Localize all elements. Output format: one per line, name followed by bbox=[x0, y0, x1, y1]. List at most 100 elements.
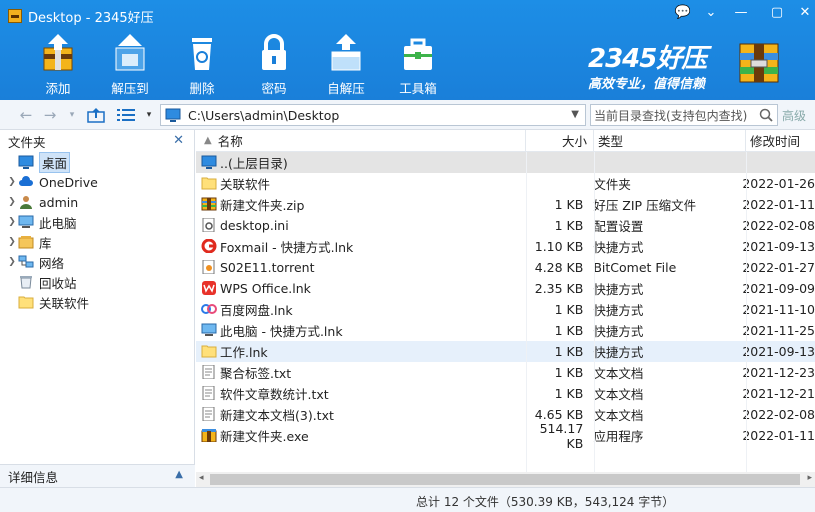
column-header-date[interactable]: 修改时间 bbox=[746, 130, 815, 151]
horizontal-scrollbar[interactable]: ◂ ▸ bbox=[196, 472, 815, 487]
file-name-cell: 聚合标签.txt bbox=[196, 363, 524, 382]
expand-arrow-icon[interactable]: ❯ bbox=[6, 257, 18, 267]
tree-item-0[interactable]: 桌面 bbox=[0, 151, 194, 173]
expand-arrow-icon[interactable]: ❯ bbox=[6, 237, 18, 247]
file-name: 新建文件夹.exe bbox=[220, 429, 309, 444]
file-name-cell: 新建文件夹.exe bbox=[196, 426, 524, 445]
expand-arrow-icon[interactable]: ❯ bbox=[6, 217, 18, 227]
view-dropdown-icon[interactable]: ▾ bbox=[139, 105, 159, 125]
tree-item-3[interactable]: ❯ 此电脑 bbox=[0, 212, 194, 232]
brand: 2345好压 高效专业，值得信赖 bbox=[588, 38, 707, 92]
file-type: 配置设置 bbox=[593, 219, 644, 234]
cloud-icon bbox=[18, 175, 34, 189]
file-size: 1 KB bbox=[554, 218, 584, 233]
file-size: 1 KB bbox=[554, 386, 584, 401]
tree-item-4[interactable]: ❯ 库 bbox=[0, 232, 194, 252]
column-header-type[interactable]: 类型 bbox=[594, 130, 746, 151]
column-header-name[interactable]: ▲ 名称 bbox=[196, 130, 526, 151]
file-date: 2021-11-25 bbox=[742, 323, 815, 338]
tree-item-label: 桌面 bbox=[39, 151, 71, 173]
expand-arrow-icon[interactable]: ❯ bbox=[6, 177, 18, 187]
file-row[interactable]: ..(上层目录) bbox=[196, 152, 815, 173]
file-name-cell: 此电脑 - 快捷方式.lnk bbox=[196, 321, 524, 340]
file-row[interactable]: 工作.lnk 1 KB 快捷方式 2021-09-13 bbox=[196, 341, 815, 362]
file-row[interactable]: S02E11.torrent 4.28 KB BitComet File 2022-0… bbox=[196, 257, 815, 278]
file-type: 文本文档 bbox=[593, 366, 644, 381]
tree-item-label: OneDrive bbox=[39, 174, 98, 190]
password-label: 密码 bbox=[261, 81, 287, 96]
computer-icon bbox=[201, 323, 217, 338]
self-extract-button[interactable]: 自解压 bbox=[310, 30, 382, 96]
address-bar: ← → ▾ ▾ C:\Users\admin\Desktop ▼ 当前目录查找(… bbox=[0, 100, 815, 130]
file-name: Foxmail - 快捷方式.lnk bbox=[220, 240, 354, 255]
details-panel-toggle[interactable]: 详细信息 ▲ bbox=[0, 464, 195, 487]
file-size: 2.35 KB bbox=[534, 281, 584, 296]
path-field[interactable]: C:\Users\admin\Desktop ▼ bbox=[160, 104, 586, 126]
file-type: 好压 ZIP 压缩文件 bbox=[593, 198, 697, 213]
column-size-label: 大小 bbox=[561, 134, 587, 149]
file-date: 2022-01-11 bbox=[742, 197, 815, 212]
file-row[interactable]: 聚合标签.txt 1 KB 文本文档 2021-12-23 bbox=[196, 362, 815, 383]
up-folder-icon[interactable] bbox=[86, 105, 106, 125]
window-title-text: Desktop - 2345好压 bbox=[28, 10, 154, 26]
file-row[interactable]: 百度网盘.lnk 1 KB 快捷方式 2021-11-10 bbox=[196, 299, 815, 320]
tree-item-5[interactable]: ❯ 网络 bbox=[0, 252, 194, 272]
back-arrow-icon[interactable]: ← bbox=[16, 105, 36, 125]
maximize-button[interactable]: ▢ bbox=[760, 2, 794, 22]
desktop-icon bbox=[165, 108, 181, 122]
path-dropdown-icon[interactable]: ▼ bbox=[571, 109, 579, 120]
password-button[interactable]: 密码 bbox=[238, 30, 310, 96]
file-row[interactable]: 新建文件夹.exe 514.17 KB 应用程序 2022-01-11 bbox=[196, 421, 815, 451]
advanced-search-link[interactable]: 高级 bbox=[782, 107, 806, 124]
file-name-cell: 关联软件 bbox=[196, 174, 524, 193]
extract-button[interactable]: 解压到 bbox=[94, 30, 166, 96]
file-name-cell: Foxmail - 快捷方式.lnk bbox=[196, 237, 524, 256]
desktop-icon bbox=[18, 155, 34, 169]
scrollbar-thumb[interactable] bbox=[210, 474, 800, 485]
toolbox-button[interactable]: 工具箱 bbox=[382, 30, 454, 96]
expand-arrow-icon[interactable]: ❯ bbox=[6, 197, 18, 207]
view-list-icon[interactable] bbox=[116, 105, 136, 125]
file-row[interactable]: 新建文本文档(3).txt 4.65 KB 文本文档 2022-02-08 bbox=[196, 404, 815, 425]
file-size: 1 KB bbox=[554, 344, 584, 359]
chevron-up-icon[interactable]: ▲ bbox=[175, 469, 183, 480]
file-row[interactable]: 新建文件夹.zip 1 KB 好压 ZIP 压缩文件 2022-01-11 bbox=[196, 194, 815, 215]
file-row[interactable]: 软件文章数统计.txt 1 KB 文本文档 2021-12-21 bbox=[196, 383, 815, 404]
add-button[interactable]: 添加 bbox=[22, 30, 94, 96]
file-size: 1 KB bbox=[554, 323, 584, 338]
file-type: 快捷方式 bbox=[593, 303, 644, 318]
file-row[interactable]: WPS Office.lnk 2.35 KB 快捷方式 2021-09-09 bbox=[196, 278, 815, 299]
file-row[interactable]: 关联软件 文件夹 2022-01-26 bbox=[196, 173, 815, 194]
forward-arrow-icon[interactable]: → bbox=[40, 105, 60, 125]
tree-item-1[interactable]: ❯ OneDrive bbox=[0, 172, 194, 192]
close-button[interactable]: ✕ bbox=[794, 2, 815, 22]
file-list-header: ▲ 名称 大小 类型 修改时间 bbox=[196, 130, 815, 152]
search-icon[interactable] bbox=[759, 108, 773, 122]
file-date: 2021-09-09 bbox=[742, 281, 815, 296]
file-row[interactable]: 此电脑 - 快捷方式.lnk 1 KB 快捷方式 2021-11-25 bbox=[196, 320, 815, 341]
column-header-size[interactable]: 大小 bbox=[526, 130, 594, 151]
folder-icon bbox=[201, 344, 217, 359]
file-name-cell: ..(上层目录) bbox=[196, 153, 526, 172]
feedback-icon[interactable]: 💬 bbox=[672, 2, 694, 22]
menu-dropdown-icon[interactable]: ⌄ bbox=[700, 2, 722, 22]
history-dropdown-icon[interactable]: ▾ bbox=[62, 105, 82, 125]
file-size: 1 KB bbox=[554, 302, 584, 317]
tree-item-label: 库 bbox=[39, 235, 52, 251]
tree-item-6[interactable]: 回收站 bbox=[0, 272, 194, 292]
minimize-button[interactable]: — bbox=[730, 2, 752, 22]
tree-item-2[interactable]: ❯ admin bbox=[0, 192, 194, 212]
search-input[interactable]: 当前目录查找(支持包内查找) bbox=[590, 104, 778, 126]
file-type: 快捷方式 bbox=[593, 345, 644, 360]
close-panel-icon[interactable]: ✕ bbox=[173, 133, 184, 148]
tree-item-7[interactable]: 关联软件 bbox=[0, 292, 194, 312]
scroll-right-icon[interactable]: ▸ bbox=[807, 473, 812, 483]
column-divider bbox=[594, 152, 595, 472]
file-row[interactable]: desktop.ini 1 KB 配置设置 2022-02-08 bbox=[196, 215, 815, 236]
file-date: 2022-02-08 bbox=[742, 218, 815, 233]
file-date: 2021-09-13 bbox=[742, 344, 815, 359]
scroll-left-icon[interactable]: ◂ bbox=[199, 473, 204, 483]
torrent-icon bbox=[201, 259, 217, 275]
file-row[interactable]: Foxmail - 快捷方式.lnk 1.10 KB 快捷方式 2021-09-13 bbox=[196, 236, 815, 257]
delete-button[interactable]: 删除 bbox=[166, 30, 238, 96]
